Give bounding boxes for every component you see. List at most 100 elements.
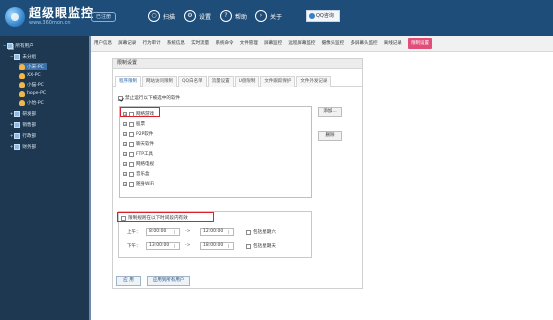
item-checkbox[interactable] <box>129 141 134 147</box>
item-label: FTP工具 <box>136 152 153 157</box>
program-category-list[interactable]: + 网络游戏 + 股票 + P2P软件 + 聊天软件 + FTP工具 + 网络电视 + 音乐盒… <box>119 106 312 198</box>
morning-start-input[interactable]: 8:00:00 <box>146 228 180 236</box>
restriction-subtabs: 程序限制 网站访问限制 QQ白名单 流量设置 U盘限制 文件跟踪保护 文件外发记… <box>113 76 362 87</box>
highlight-box-program <box>120 107 160 117</box>
list-item[interactable]: + 随身WiFi <box>123 181 154 187</box>
settings-button[interactable]: ⚙ 设置 <box>184 10 211 22</box>
user-icon <box>19 81 25 88</box>
tree-group-label: 行政部 <box>22 133 37 139</box>
help-button[interactable]: ? 帮助 <box>220 10 247 22</box>
logo-title: 超级眼监控 <box>29 6 95 20</box>
subtab-traffic[interactable]: 流量设置 <box>207 76 234 87</box>
saturday-checkbox[interactable] <box>246 229 251 235</box>
item-checkbox[interactable] <box>129 161 134 167</box>
item-label: 网络电视 <box>136 162 154 167</box>
list-item[interactable]: + 网络电视 <box>123 161 154 167</box>
item-checkbox[interactable] <box>129 171 134 177</box>
function-tabs: 用户信息 屏幕记录 行为审计 系统信息 实时流量 系统命令 文件管理 屏幕监控 … <box>91 36 553 52</box>
tree-user-selected[interactable]: 小宋-PC <box>19 63 47 70</box>
about-button[interactable]: › 关于 <box>255 10 282 22</box>
computer-icon <box>14 53 21 60</box>
apply-all-users-button[interactable]: 应用到所有用户 <box>147 276 190 286</box>
tab-offline-record[interactable]: 离线记录 <box>384 38 402 49</box>
tree-root[interactable]: − 所有用户 <box>3 42 34 49</box>
saturday-label: 包括星期六 <box>253 230 276 235</box>
tab-restriction-settings[interactable]: 限制设置 <box>408 38 433 49</box>
item-checkbox[interactable] <box>129 131 134 137</box>
tree-root-label: 所有用户 <box>15 43 34 49</box>
tab-screen-monitor[interactable]: 屏幕监控 <box>264 38 282 49</box>
add-program-button[interactable]: 添加... <box>318 107 342 117</box>
sunday-checkbox[interactable] <box>246 243 251 249</box>
group-icon <box>7 42 14 49</box>
list-item[interactable]: + FTP工具 <box>123 151 153 157</box>
afternoon-arrow: -> <box>185 243 191 248</box>
tree-user[interactable]: XX-PC <box>19 72 41 79</box>
tree-group-label: 研发部 <box>22 111 37 117</box>
tab-file-manager[interactable]: 文件管理 <box>240 38 258 49</box>
forbid-programs-label: 禁止运行以下被选中的软件 <box>125 96 181 101</box>
highlight-box-time <box>117 212 214 222</box>
list-item[interactable]: + 股票 <box>123 121 145 127</box>
apply-button[interactable]: 应 用 <box>116 276 141 286</box>
forbid-programs-checkbox[interactable] <box>118 95 123 101</box>
list-item[interactable]: + 聊天软件 <box>123 141 154 147</box>
item-label: 音乐盒 <box>136 172 150 177</box>
computer-icon <box>14 132 21 139</box>
app-logo: 超级眼监控 www.360mon.cn <box>5 6 94 27</box>
computer-icon <box>14 143 21 150</box>
logo-url: www.360mon.cn <box>29 20 71 26</box>
tab-user-info[interactable]: 用户信息 <box>94 38 112 49</box>
scan-button[interactable]: ○ 扫描 <box>148 10 175 22</box>
subtab-website-limit[interactable]: 网站访问限制 <box>142 76 177 87</box>
tree-group-label: 财务部 <box>22 144 37 150</box>
gear-icon: ⚙ <box>184 10 196 22</box>
subtab-qq-whitelist[interactable]: QQ白名单 <box>178 76 207 87</box>
panel-title: 限制设置 <box>113 59 362 69</box>
morning-end-input[interactable]: 12:00:00 <box>200 228 234 236</box>
tab-system-command[interactable]: 系统命令 <box>215 38 233 49</box>
user-icon <box>19 99 25 106</box>
item-checkbox[interactable] <box>129 121 134 127</box>
list-item[interactable]: + P2P软件 <box>123 131 153 137</box>
about-label: 关于 <box>270 13 283 21</box>
item-label: 股票 <box>136 122 145 127</box>
tree-group[interactable]: + 财务部 <box>10 143 36 150</box>
sunday-option[interactable]: 包括星期天 <box>246 243 276 249</box>
subtab-program-limit[interactable]: 程序限制 <box>115 76 141 87</box>
tab-system-info[interactable]: 系统信息 <box>167 38 185 49</box>
tab-camera-monitor[interactable]: 摄像头监控 <box>322 38 345 49</box>
item-checkbox[interactable] <box>129 181 134 187</box>
tree-user[interactable]: hope-PC <box>19 90 46 97</box>
tree-user[interactable]: 小猫-PC <box>19 81 44 88</box>
saturday-option[interactable]: 包括星期六 <box>246 229 276 235</box>
delete-program-button[interactable]: 删除 <box>318 131 342 141</box>
item-label: P2P软件 <box>136 132 154 137</box>
item-label: 聊天软件 <box>136 142 154 147</box>
tab-remote-screen[interactable]: 远程屏幕监控 <box>288 38 315 49</box>
item-checkbox[interactable] <box>129 151 134 157</box>
tree-group[interactable]: + 销售部 <box>10 121 36 128</box>
computer-icon <box>14 110 21 117</box>
afternoon-end-input[interactable]: 18:00:00 <box>200 242 234 250</box>
tree-group-unassigned[interactable]: − 未分组 <box>10 53 36 60</box>
forbid-programs-option[interactable]: 禁止运行以下被选中的软件 <box>118 95 180 101</box>
app-header: 超级眼监控 www.360mon.cn 已注册 ○ 扫描 ⚙ 设置 ? 帮助 ›… <box>0 0 553 36</box>
qq-consult-button[interactable]: QQ咨询 <box>306 10 340 22</box>
subtab-file-send-record[interactable]: 文件外发记录 <box>296 76 332 87</box>
tree-user-label: XX-PC <box>27 73 41 78</box>
tree-user-label: 小怡-PC <box>27 100 44 106</box>
item-label: 随身WiFi <box>136 182 155 187</box>
afternoon-start-input[interactable]: 13:00:00 <box>146 242 180 250</box>
list-item[interactable]: + 音乐盒 <box>123 171 150 177</box>
tree-user[interactable]: 小怡-PC <box>19 99 44 106</box>
computer-icon <box>14 121 21 128</box>
tab-multi-camera[interactable]: 多屏幕头监控 <box>350 38 377 49</box>
subtab-usb-limit[interactable]: U盘限制 <box>234 76 260 87</box>
tab-realtime-traffic[interactable]: 实时流量 <box>191 38 209 49</box>
subtab-file-protect[interactable]: 文件跟踪保护 <box>260 76 296 87</box>
tree-group[interactable]: + 研发部 <box>10 110 36 117</box>
tab-screen-record[interactable]: 屏幕记录 <box>118 38 136 49</box>
tab-behavior-audit[interactable]: 行为审计 <box>143 38 161 49</box>
tree-group[interactable]: + 行政部 <box>10 132 36 139</box>
